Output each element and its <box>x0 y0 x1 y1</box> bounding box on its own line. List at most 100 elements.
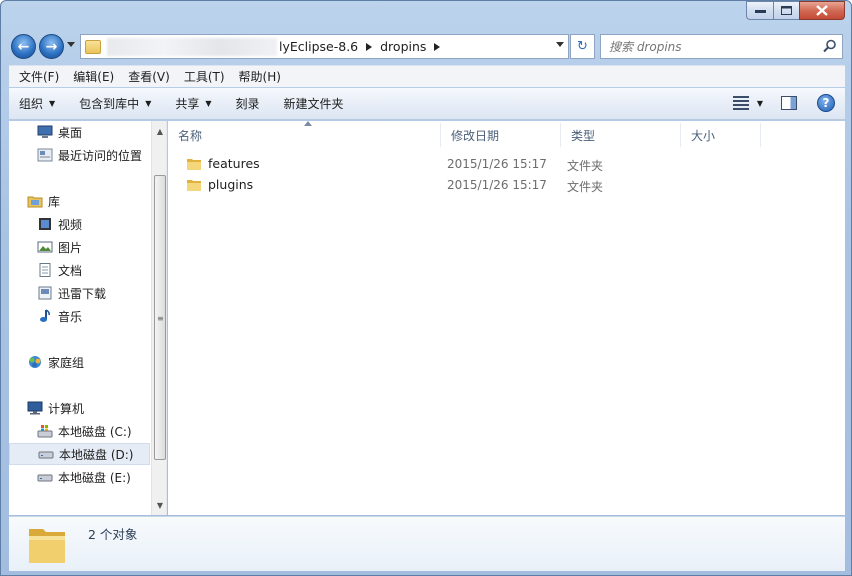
file-modified: 2015/1/26 15:17 <box>447 178 547 192</box>
sidebar-scrollbar[interactable]: ▲ ≡ ▼ <box>151 121 166 515</box>
chevron-down-icon <box>67 42 75 47</box>
chevron-down-icon[interactable]: ▼ <box>757 99 763 108</box>
share-button[interactable]: 共享 ▼ <box>175 95 211 112</box>
sidebar-item-video[interactable]: 视频 <box>37 213 166 235</box>
sidebar-item-downloads[interactable]: 迅雷下载 <box>37 282 166 304</box>
file-row[interactable]: features 2015/1/26 15:17 文件夹 <box>178 154 838 174</box>
menu-help[interactable]: 帮助(H) <box>232 68 288 85</box>
column-header-type[interactable]: 类型 <box>561 123 681 147</box>
search-box[interactable] <box>600 34 843 59</box>
breadcrumb-arrow-icon[interactable] <box>366 42 373 51</box>
breadcrumb-item[interactable]: lyEclipse-8.6 <box>279 39 378 54</box>
help-icon[interactable]: ? <box>817 94 835 112</box>
downloads-icon <box>38 286 52 300</box>
column-header-modified[interactable]: 修改日期 <box>441 123 561 147</box>
change-view-icon[interactable] <box>732 96 749 110</box>
sort-ascending-icon <box>304 121 312 126</box>
pictures-icon <box>37 241 53 253</box>
drive-icon <box>37 425 53 438</box>
drive-icon <box>37 474 53 482</box>
address-dropdown[interactable] <box>556 41 564 51</box>
breadcrumb-item[interactable]: dropins <box>380 39 446 54</box>
sidebar-item-drive-c[interactable]: 本地磁盘 (C:) <box>37 420 166 442</box>
back-arrow-icon: ← <box>17 38 30 55</box>
forward-arrow-icon: → <box>45 38 58 55</box>
folder-icon <box>187 158 201 170</box>
sidebar-item-drive-e[interactable]: 本地磁盘 (E:) <box>37 466 166 488</box>
file-name-cell: plugins <box>186 177 253 192</box>
file-type: 文件夹 <box>567 159 604 173</box>
burn-button[interactable]: 刻录 <box>236 95 260 112</box>
sidebar-item-pictures[interactable]: 图片 <box>37 236 166 258</box>
sidebar-item-computer[interactable]: 计算机 <box>27 397 166 419</box>
back-button[interactable]: ← <box>11 34 36 59</box>
maximize-icon <box>781 6 792 15</box>
scroll-down-icon[interactable]: ▼ <box>152 497 166 513</box>
address-bar[interactable]: lyEclipse-8.6 dropins <box>80 34 569 59</box>
minimize-button[interactable] <box>746 1 773 20</box>
sidebar-item-desktop[interactable]: 桌面 <box>37 121 166 143</box>
sidebar-item-recent-places[interactable]: 最近访问的位置 <box>37 144 166 166</box>
grip-icon: ≡ <box>157 314 164 323</box>
caption-buttons <box>746 1 845 20</box>
desktop-icon <box>37 125 53 138</box>
video-icon <box>39 218 51 230</box>
library-icon <box>27 196 43 208</box>
command-bar: 组织 ▼ 包含到库中 ▼ 共享 ▼ 刻录 新建文件夹 ▼ ? <box>9 88 845 120</box>
menu-tools[interactable]: 工具(T) <box>177 68 232 85</box>
details-pane: 2 个对象 <box>9 516 845 571</box>
navigation-pane: 桌面 最近访问的位置 库 视频 图片 文档 迅雷下载 音乐 家庭组 计算机 本地… <box>9 121 167 515</box>
menu-bar: 文件(F) 编辑(E) 查看(V) 工具(T) 帮助(H) <box>9 65 845 87</box>
refresh-icon: ↻ <box>577 39 588 54</box>
new-folder-button[interactable]: 新建文件夹 <box>284 95 344 112</box>
folder-icon <box>187 179 201 191</box>
file-modified: 2015/1/26 15:17 <box>447 157 547 171</box>
navigation-bar: ← → lyEclipse-8.6 dropins ↻ <box>1 29 851 63</box>
explorer-window: ← → lyEclipse-8.6 dropins ↻ 文件(F <box>0 0 852 576</box>
item-count: 2 个对象 <box>88 527 138 542</box>
sidebar-item-drive-d[interactable]: 本地磁盘 (D:) <box>9 443 150 465</box>
file-row[interactable]: plugins 2015/1/26 15:17 文件夹 <box>178 175 838 195</box>
scrollbar-thumb[interactable]: ≡ <box>154 175 166 460</box>
file-name-cell: features <box>186 156 260 171</box>
search-input[interactable] <box>609 39 819 54</box>
chevron-down-icon: ▼ <box>145 99 152 108</box>
menu-file[interactable]: 文件(F) <box>12 68 66 85</box>
file-list-pane: 名称 修改日期 类型 大小 features 2015/1/26 15:17 文… <box>168 121 845 515</box>
sidebar-item-documents[interactable]: 文档 <box>37 259 166 281</box>
column-header-size[interactable]: 大小 <box>681 123 761 147</box>
redacted-path <box>107 37 277 56</box>
sidebar-item-homegroup[interactable]: 家庭组 <box>27 351 166 373</box>
folder-icon <box>29 529 65 563</box>
breadcrumb-arrow-icon[interactable] <box>434 42 441 51</box>
documents-icon <box>39 263 51 277</box>
computer-icon <box>27 401 43 415</box>
homegroup-icon <box>29 356 41 368</box>
sidebar-item-music[interactable]: 音乐 <box>37 305 166 327</box>
organize-button[interactable]: 组织 ▼ <box>19 95 55 112</box>
forward-button[interactable]: → <box>39 34 64 59</box>
music-icon <box>40 309 50 322</box>
chevron-down-icon <box>556 42 564 47</box>
drive-icon <box>38 451 54 459</box>
view-controls: ▼ ? <box>732 94 835 112</box>
minimize-icon <box>754 9 766 13</box>
preview-pane-icon[interactable] <box>781 96 797 110</box>
chevron-down-icon: ▼ <box>205 99 212 108</box>
close-button[interactable] <box>799 1 845 20</box>
recent-pages-dropdown[interactable] <box>67 41 77 51</box>
search-icon[interactable] <box>823 39 837 53</box>
recent-places-icon <box>37 148 53 162</box>
refresh-button[interactable]: ↻ <box>570 34 595 59</box>
menu-edit[interactable]: 编辑(E) <box>66 68 121 85</box>
column-header-name[interactable]: 名称 <box>168 121 441 147</box>
scroll-up-icon[interactable]: ▲ <box>152 123 166 139</box>
folder-icon <box>85 39 101 54</box>
close-icon <box>816 5 828 16</box>
include-in-library-button[interactable]: 包含到库中 ▼ <box>79 95 151 112</box>
chevron-down-icon: ▼ <box>49 99 56 108</box>
file-type: 文件夹 <box>567 180 604 194</box>
menu-view[interactable]: 查看(V) <box>121 68 177 85</box>
maximize-button[interactable] <box>773 1 799 20</box>
sidebar-item-libraries[interactable]: 库 <box>27 190 166 212</box>
